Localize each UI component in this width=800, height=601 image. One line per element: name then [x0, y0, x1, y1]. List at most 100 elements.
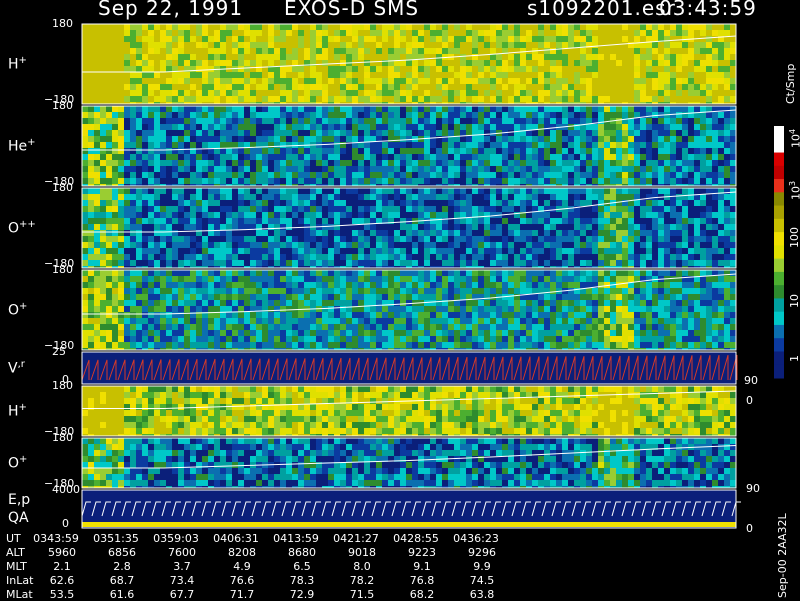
- spectrogram-cell: [712, 130, 718, 136]
- spectrogram-cell: [388, 236, 394, 242]
- spectrogram-cell: [376, 188, 382, 194]
- spectrogram-cell: [220, 48, 226, 54]
- spectrogram-cell: [358, 236, 364, 242]
- spectrogram-cell: [130, 30, 136, 36]
- spectrogram-cell: [124, 294, 130, 300]
- spectrogram-cell: [196, 188, 202, 194]
- spectrogram-cell: [370, 72, 376, 78]
- spectrogram-cell: [694, 30, 700, 36]
- spectrogram-cell: [340, 178, 346, 184]
- spectrogram-cell: [484, 78, 490, 84]
- spectrogram-cell: [358, 194, 364, 200]
- spectrogram-cell: [664, 224, 670, 230]
- spectrogram-cell: [148, 288, 154, 294]
- spectrogram-cell: [94, 270, 100, 276]
- spectrogram-cell: [214, 36, 220, 42]
- spectrogram-cell: [238, 166, 244, 172]
- spectrogram-cell: [340, 54, 346, 60]
- spectrogram-cell: [694, 224, 700, 230]
- spectrogram-cell: [244, 96, 250, 102]
- spectrogram-cell: [604, 90, 610, 96]
- spectrogram-cell: [718, 200, 724, 206]
- spectrogram-cell: [88, 212, 94, 218]
- spectrogram-cell: [316, 48, 322, 54]
- spectrogram-cell: [526, 24, 532, 30]
- spectrogram-cell: [226, 300, 232, 306]
- spectrogram-cell: [160, 124, 166, 130]
- spectrogram-cell: [604, 30, 610, 36]
- spectrogram-cell: [262, 30, 268, 36]
- spectrogram-cell: [658, 172, 664, 178]
- spectrogram-cell: [292, 294, 298, 300]
- spectrogram-cell: [682, 166, 688, 172]
- spectrogram-cell: [130, 60, 136, 66]
- spectrogram-cell: [340, 288, 346, 294]
- spectrogram-cell: [502, 188, 508, 194]
- spectrogram-cell: [190, 282, 196, 288]
- spectrogram-cell: [178, 142, 184, 148]
- spectrogram-cell: [454, 294, 460, 300]
- spectrogram-cell: [676, 66, 682, 72]
- spectrogram-cell: [490, 178, 496, 184]
- spectrogram-cell: [124, 136, 130, 142]
- spectrogram-cell: [124, 218, 130, 224]
- spectrogram-cell: [226, 342, 232, 348]
- spectrogram-cell: [700, 90, 706, 96]
- spectrogram-cell: [406, 206, 412, 212]
- spectrogram-cell: [334, 270, 340, 276]
- spectrogram-cell: [508, 96, 514, 102]
- spectrogram-cell: [160, 188, 166, 194]
- spectrogram-cell: [712, 78, 718, 84]
- spectrogram-cell: [472, 188, 478, 194]
- spectrogram-cell: [268, 112, 274, 118]
- spectrogram-cell: [190, 178, 196, 184]
- spectrogram-cell: [328, 142, 334, 148]
- spectrogram-cell: [94, 312, 100, 318]
- spectrogram-cell: [130, 242, 136, 248]
- spectrogram-cell: [214, 306, 220, 312]
- spectrogram-cell: [202, 270, 208, 276]
- spectrogram-cell: [430, 136, 436, 142]
- spectrogram-cell: [160, 96, 166, 102]
- spectrogram-cell: [172, 242, 178, 248]
- spectrogram-cell: [478, 136, 484, 142]
- spectrogram-cell: [274, 270, 280, 276]
- spectrogram-cell: [166, 288, 172, 294]
- spectrogram-cell: [622, 194, 628, 200]
- spectrogram-cell: [268, 236, 274, 242]
- spectrogram-cell: [508, 124, 514, 130]
- spectrogram-cell: [724, 194, 730, 200]
- spectrogram-cell: [322, 254, 328, 260]
- spectrogram-cell: [496, 154, 502, 160]
- spectrogram-cell: [364, 300, 370, 306]
- spectrogram-cell: [622, 78, 628, 84]
- spectrogram-cell: [424, 148, 430, 154]
- spectrogram-cell: [658, 242, 664, 248]
- spectrogram-cell: [310, 318, 316, 324]
- spectrogram-cell: [628, 236, 634, 242]
- spectrogram-cell: [106, 306, 112, 312]
- spectrogram-cell: [226, 206, 232, 212]
- spectrogram-cell: [136, 282, 142, 288]
- spectrogram-cell: [622, 172, 628, 178]
- spectrogram-cell: [646, 248, 652, 254]
- spectrogram-cell: [454, 282, 460, 288]
- spectrogram-cell: [106, 112, 112, 118]
- spectrogram-cell: [322, 136, 328, 142]
- spectrogram-cell: [682, 236, 688, 242]
- spectrogram-cell: [262, 148, 268, 154]
- spectrogram-cell: [268, 318, 274, 324]
- spectrogram-cell: [694, 154, 700, 160]
- spectrogram-cell: [178, 336, 184, 342]
- spectrogram-cell: [274, 130, 280, 136]
- spectrogram-cell: [712, 30, 718, 36]
- spectrogram-cell: [502, 124, 508, 130]
- spectrogram-cell: [604, 160, 610, 166]
- spectrogram-cell: [460, 24, 466, 30]
- spectrogram-cell: [166, 248, 172, 254]
- spectrogram-cell: [592, 90, 598, 96]
- spectrogram-cell: [466, 200, 472, 206]
- spectrogram-cell: [268, 282, 274, 288]
- spectrogram-cell: [502, 84, 508, 90]
- spectrogram-cell: [220, 306, 226, 312]
